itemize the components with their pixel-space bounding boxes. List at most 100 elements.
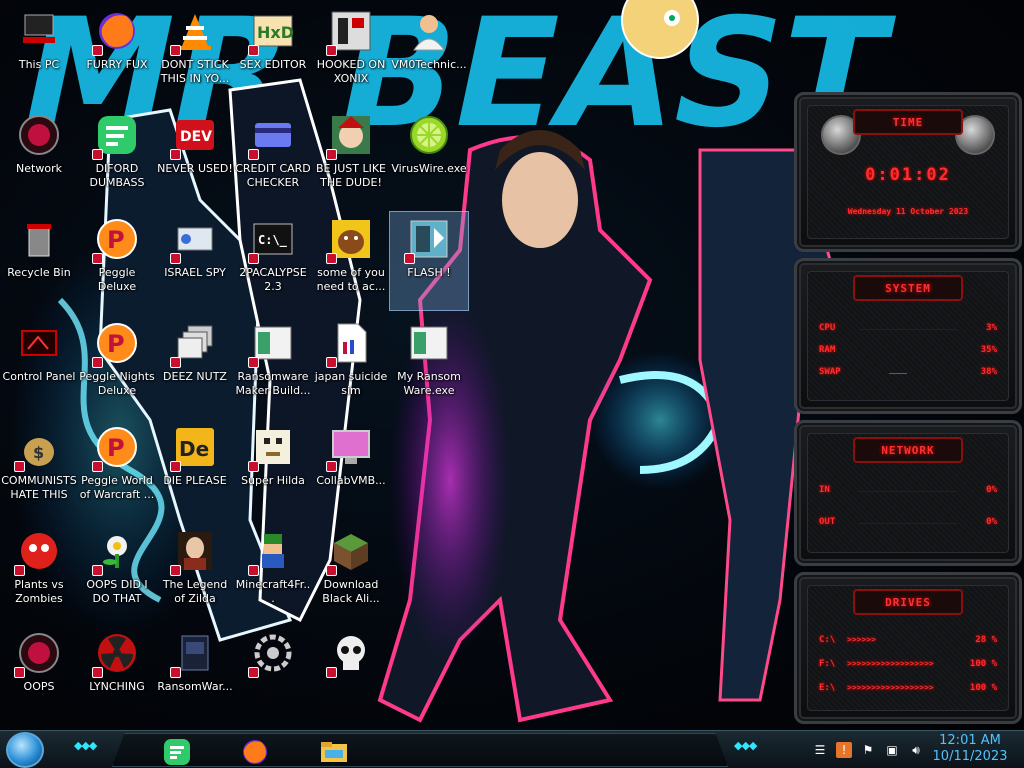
desktop-icon-oops[interactable]: RansomWar... [156,626,234,724]
desktop-icon-control-panel[interactable]: Control Panel [0,316,78,414]
shortcut-badge [170,149,181,160]
taskbar-clock[interactable]: 12:01 AM 10/11/2023 [928,733,1012,765]
desktop-icon-ransomwar[interactable] [312,626,390,724]
firefox-icon [241,738,271,767]
svg-text:De: De [179,437,209,461]
svg-text:C:\_: C:\_ [258,233,288,248]
desktop-icon-download-black-alien[interactable]: OOPS [0,626,78,724]
desktop-icon-be-just-like-the-dude[interactable]: BE JUST LIKE THE DUDE! [312,108,390,206]
desktop-icon-plants-vs-zombies[interactable]: OOPS DID I DO THAT [78,524,156,622]
desktop-icon-viruswire[interactable]: VirusWire.exe [390,108,468,206]
desktop-icon-credit-card[interactable]: CREDIT CARD CHECKER [234,108,312,206]
desktop-icon-chuzzin[interactable]: Plants vs Zombies [0,524,78,622]
shortcut-badge [248,357,259,368]
desktop-icon-minecraft[interactable]: Download Black Ali... [312,524,390,622]
taskbar-app-area [112,733,728,767]
swap-row: SWAP 38% [819,367,997,377]
shortcut-badge [14,461,25,472]
shortcut-badge [326,565,337,576]
santa-elf-icon [326,112,374,160]
desktop-icon-some-of-you[interactable]: some of you need to ac... [312,212,390,310]
desktop-icon-oops-did-i[interactable]: The Legend of Zilda [156,524,234,622]
taskbar-decor-left: ◆◆◆ [74,739,97,752]
network-panel: NETWORK IN 0% OUT 0% [794,420,1022,566]
shortcut-badge [92,461,103,472]
taskbar-app-discord[interactable] [163,738,193,767]
shortcut-badge [92,45,103,56]
desktop-icon-japan-suicide-sim[interactable]: japan suicide sim [312,316,390,414]
desktop-icon-die-please[interactable]: De DIE PLEASE [156,420,234,518]
svg-text:HxD: HxD [257,23,294,42]
taskbar: ◆◆◆ ◆◆◆ ☰ ! ⚑ ▣ 🔊︎ 12:01 AM 10/11/2023 [0,730,1024,768]
vlc-cone-icon [170,8,218,56]
shortcut-badge [170,45,181,56]
desktop-icon-sex-editor[interactable]: HxD SEX EDITOR [234,4,312,102]
shortcut-badge [92,357,103,368]
desktop-icon-my-ransomware[interactable]: My Ransom Ware.exe [390,316,468,414]
shortcut-badge [92,253,103,264]
shortcut-badge [326,253,337,264]
desktop-icon-dont-stick[interactable]: DONT STICK THIS IN YO... [156,4,234,102]
drives-header: DRIVES [853,589,963,615]
desktop-icon-peggle-nights[interactable]: P Peggle Nights Deluxe [78,316,156,414]
desktop-icon-flash[interactable]: FLASH ! [389,211,469,311]
desktop-icon-this-pc[interactable]: This PC [0,4,78,102]
portrait-icon [170,528,218,576]
document-icon [326,320,374,368]
show-hidden-icons[interactable]: ☰ [812,742,828,758]
desktop-icon-lynching[interactable] [234,626,312,724]
taskbar-app-file-explorer[interactable] [319,738,349,767]
desktop-icon-israel-spy[interactable]: ISRAEL SPY [156,212,234,310]
book-icon [170,630,218,678]
desktop-icon-legend-of-zilda[interactable]: Minecraft4Fr... [234,524,312,622]
flash-installer-icon [404,216,452,264]
desktop-icon-peggle-wow[interactable]: P Peggle World of Warcraft ... [78,420,156,518]
xonix-game-icon [326,8,374,56]
desktop-icon-network[interactable]: Network [0,108,78,206]
start-button[interactable] [6,732,44,768]
shortcut-badge [404,253,415,264]
taskbar-decor-right: ◆◆◆ [734,739,757,752]
drive-f-row: F:\ >>>>>>>>>>>>>>>>>> 100 % [819,659,997,669]
desktop-icon-super-hilda[interactable]: Super Hilda [234,420,312,518]
shortcut-badge [248,149,259,160]
desktop-icon-vm0technic[interactable]: VM0Technic... [390,4,468,102]
folder-icon [319,738,349,767]
credit-card-icon [248,112,296,160]
action-center-flag-icon[interactable]: ⚑ [860,742,876,758]
desktop-icon-ransomware-maker[interactable]: Ransomware Maker Build... [234,316,312,414]
desktop-icon-deez-nutz[interactable]: DEEZ NUTZ [156,316,234,414]
volume-icon[interactable]: 🔊︎ [908,742,924,758]
stacked-windows-icon [170,320,218,368]
taskbar-app-firefox[interactable] [241,738,271,767]
desktop-icon-diford[interactable]: DIFORD DUMBASS [78,108,156,206]
desktop-icon-furry-fux[interactable]: FURRY FUX [78,4,156,102]
desktop-icon-2pacalypse[interactable]: C:\_ 2PACALYPSE 2.3 [234,212,312,310]
svg-text:P: P [107,226,125,254]
desktop-icon-communists[interactable]: $ COMMUNISTS HATE THIS G... [0,420,78,518]
network-icon[interactable]: ▣ [884,742,900,758]
gear-rope-icon [248,630,296,678]
time-panel: TIME 0:01:02 Wednesday 11 October 2023 [794,92,1022,252]
desktop-icon-recycle-bin[interactable]: Recycle Bin [0,212,78,310]
svg-text:$: $ [33,443,44,462]
shortcut-badge [170,565,181,576]
terminal-icon: C:\_ [248,216,296,264]
system-tray: ☰ ! ⚑ ▣ 🔊︎ [812,739,924,761]
shortcut-badge [92,565,103,576]
time-header: TIME [853,109,963,135]
system-header: SYSTEM [853,275,963,301]
warning-icon[interactable]: ! [836,742,852,758]
recycle-bin-icon [16,216,62,262]
desktop-icon-never-used[interactable]: DEV NEVER USED! [156,108,234,206]
desktop-icon-ukraine[interactable]: LYNCHING [78,626,156,724]
system-panel: SYSTEM CPU 3% RAM 35% SWAP 38% [794,258,1022,414]
desktop-icon-peggle-deluxe[interactable]: P Peggle Deluxe [78,212,156,310]
installer-window-icon [248,320,296,368]
net-in-row: IN 0% [819,485,997,495]
desktop-icon-collabvm[interactable]: CollabVMB... [312,420,390,518]
desktop-icon-hooked-on-xonix[interactable]: HOOKED ON XONIX [312,4,390,102]
shortcut-badge [170,357,181,368]
svg-text:P: P [107,434,125,462]
drive-c-row: C:\ >>>>>> 28 % [819,635,997,645]
